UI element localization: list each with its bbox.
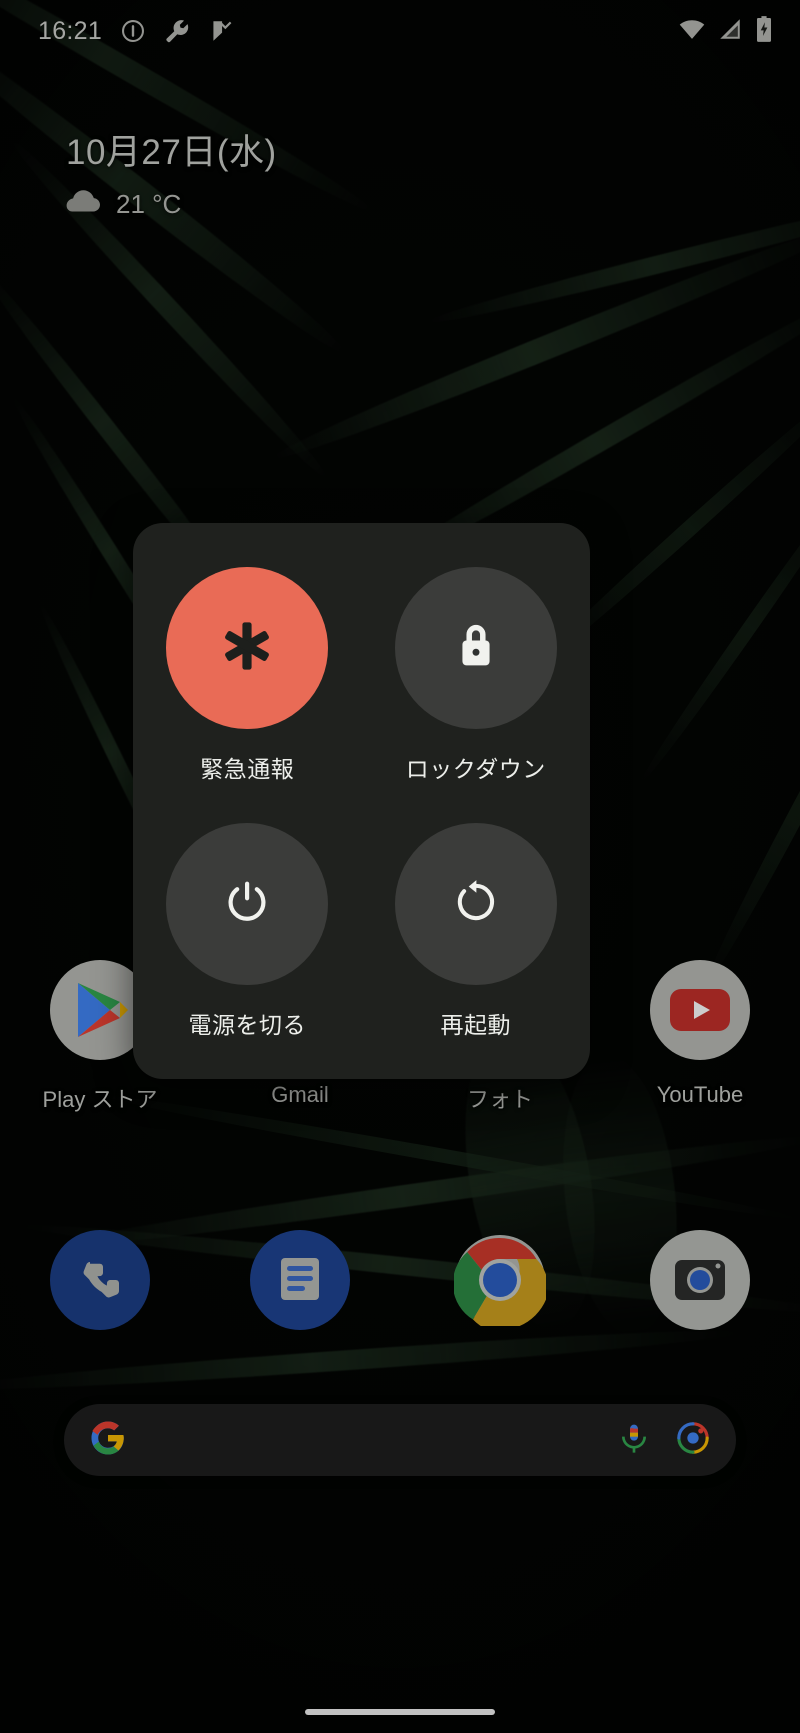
power-off-button[interactable] (166, 823, 329, 985)
power-menu-item-restart[interactable]: 再起動 (362, 823, 591, 1079)
power-menu-item-emergency[interactable]: 緊急通報 (133, 567, 362, 823)
power-menu-label: 緊急通報 (200, 756, 295, 782)
power-menu-row-bottom: 電源を切る 再起動 (133, 823, 590, 1079)
power-menu-label: 電源を切る (188, 1012, 306, 1038)
emergency-button[interactable] (166, 567, 329, 729)
restart-button[interactable] (394, 823, 557, 985)
restart-icon (453, 879, 499, 930)
power-menu-label: ロックダウン (405, 756, 546, 782)
lockdown-button[interactable] (394, 567, 557, 729)
power-menu-label: 再起動 (440, 1012, 511, 1038)
emergency-star-of-life-icon (218, 617, 276, 680)
power-menu-item-power-off[interactable]: 電源を切る (133, 823, 362, 1079)
power-menu-dialog: 緊急通報 ロックダウン 電源を切る 再起動 (133, 523, 590, 1079)
power-menu-row-top: 緊急通報 ロックダウン (133, 567, 590, 823)
lock-icon (454, 622, 498, 675)
power-icon (223, 878, 271, 931)
power-menu-item-lockdown[interactable]: ロックダウン (362, 567, 591, 823)
